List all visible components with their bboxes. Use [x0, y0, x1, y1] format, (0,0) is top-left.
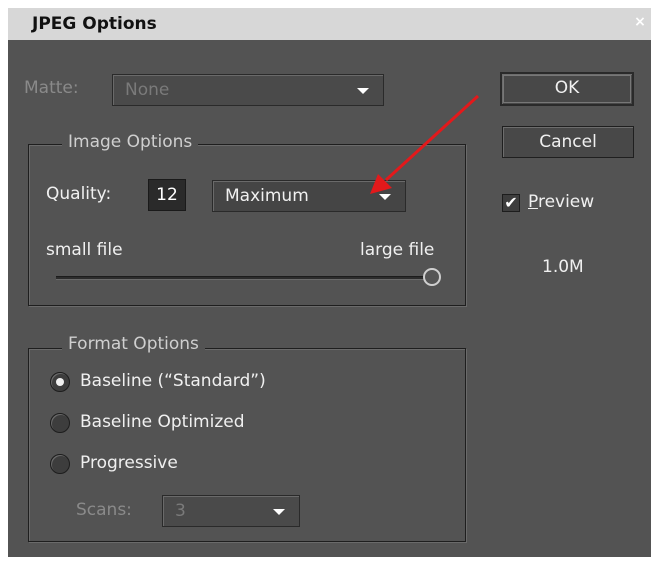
- quality-preset-dropdown[interactable]: Maximum: [212, 180, 406, 212]
- matte-dropdown[interactable]: None: [112, 74, 384, 106]
- chevron-down-icon: [273, 509, 285, 515]
- matte-label: Matte:: [24, 78, 79, 98]
- image-options-group: [28, 144, 466, 306]
- ok-button[interactable]: OK: [500, 72, 634, 106]
- radio-baseline-standard[interactable]: [50, 372, 70, 392]
- radio-baseline-optimized[interactable]: [50, 413, 70, 433]
- quality-label: Quality:: [46, 184, 112, 204]
- radio-label-progressive[interactable]: Progressive: [80, 453, 178, 473]
- scans-dropdown[interactable]: 3: [162, 495, 300, 527]
- quality-slider-knob[interactable]: [423, 268, 441, 286]
- preview-label[interactable]: Preview: [528, 192, 594, 212]
- matte-value: None: [125, 80, 170, 100]
- small-file-label: small file: [46, 240, 123, 260]
- file-size-readout: 1.0M: [542, 257, 584, 277]
- cancel-button[interactable]: Cancel: [502, 126, 634, 158]
- chevron-down-icon: [357, 88, 369, 94]
- quality-slider-track[interactable]: [56, 276, 440, 280]
- scans-value: 3: [175, 501, 186, 521]
- scans-label: Scans:: [76, 500, 132, 520]
- title-bar[interactable]: JPEG Options ×: [8, 8, 651, 40]
- quality-input[interactable]: 12: [148, 179, 186, 211]
- jpeg-options-dialog: JPEG Options × Matte: None Image Options…: [8, 8, 651, 557]
- radio-label-baseline-standard[interactable]: Baseline (“Standard”): [80, 371, 266, 391]
- format-options-legend: Format Options: [62, 334, 205, 354]
- preview-checkbox[interactable]: ✔: [502, 194, 520, 212]
- close-icon[interactable]: ×: [633, 15, 647, 29]
- large-file-label: large file: [360, 240, 435, 260]
- chevron-down-icon: [379, 194, 391, 200]
- dialog-title: JPEG Options: [32, 14, 157, 34]
- radio-label-baseline-optimized[interactable]: Baseline Optimized: [80, 412, 245, 432]
- image-options-legend: Image Options: [62, 132, 199, 152]
- radio-progressive[interactable]: [50, 454, 70, 474]
- quality-preset-value: Maximum: [225, 186, 309, 206]
